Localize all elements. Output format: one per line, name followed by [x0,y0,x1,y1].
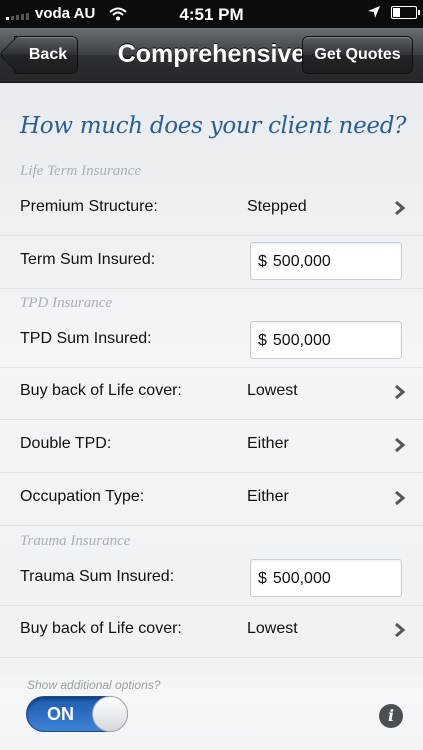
trauma-sum-value: 500,000 [272,570,331,587]
row-occupation-type[interactable]: Occupation Type: Either [0,473,423,526]
row-double-tpd[interactable]: Double TPD: Either [0,420,423,473]
row-trauma-sum-insured: Trauma Sum Insured: $500,000 [0,553,423,606]
trauma-buy-back-value: Lowest [247,620,298,637]
tpd-buy-back-label: Buy back of Life cover: [20,382,182,399]
occupation-type-label: Occupation Type: [20,488,145,505]
section-tpd: TPD Insurance [20,295,113,311]
row-trauma-buy-back[interactable]: Buy back of Life cover: Lowest [0,605,423,658]
toggle-state-label: ON [47,704,74,724]
back-button-label: Back [28,46,68,63]
bottom-options-bar: Show additional options? ON i [0,672,423,750]
premium-structure-value: Stepped [247,198,307,215]
chevron-right-icon [395,437,406,453]
chevron-right-icon [395,490,406,506]
currency-symbol: $ [258,570,267,587]
tpd-sum-input[interactable]: $500,000 [250,321,402,359]
occupation-type-value: Either [247,488,289,505]
chevron-right-icon [395,622,406,638]
tpd-sum-label: TPD Sum Insured: [20,330,152,347]
currency-symbol: $ [258,332,267,349]
term-sum-input[interactable]: $500,000 [250,242,402,280]
trauma-sum-input[interactable]: $500,000 [250,559,402,597]
double-tpd-value: Either [247,435,289,452]
row-tpd-sum-insured: TPD Sum Insured: $500,000 [0,315,423,368]
status-time: 4:51 PM [179,5,244,24]
tpd-sum-value: 500,000 [272,332,331,349]
row-tpd-buy-back[interactable]: Buy back of Life cover: Lowest [0,367,423,420]
term-sum-label: Term Sum Insured: [20,251,156,268]
row-term-sum-insured: Term Sum Insured: $500,000 [0,236,423,289]
location-arrow-icon [368,6,380,18]
currency-symbol: $ [258,253,267,270]
battery-icon [391,5,420,19]
double-tpd-label: Double TPD: [20,435,112,452]
premium-structure-label: Premium Structure: [20,198,158,215]
form-heading: How much does your client need? [20,113,407,139]
additional-options-toggle[interactable]: ON [26,696,128,732]
trauma-buy-back-label: Buy back of Life cover: [20,620,182,637]
get-quotes-button[interactable]: Get Quotes [302,36,413,74]
toggle-knob[interactable] [92,696,128,732]
get-quotes-label: Get Quotes [314,46,401,63]
chevron-right-icon [395,200,406,216]
term-sum-value: 500,000 [272,253,331,270]
section-trauma: Trauma Insurance [20,533,131,549]
info-icon[interactable]: i [379,704,403,728]
show-options-label: Show additional options? [27,678,161,692]
tpd-buy-back-value: Lowest [247,382,298,399]
navigation-bar: Back Comprehensive Get Quotes [0,28,423,83]
section-life-term: Life Term Insurance [20,163,142,179]
row-premium-structure[interactable]: Premium Structure: Stepped [0,183,423,236]
chevron-right-icon [395,384,406,400]
form-content[interactable]: How much does your client need? Life Ter… [0,83,423,750]
trauma-sum-label: Trauma Sum Insured: [20,568,175,585]
status-bar: voda AU 4:51 PM [0,0,423,28]
